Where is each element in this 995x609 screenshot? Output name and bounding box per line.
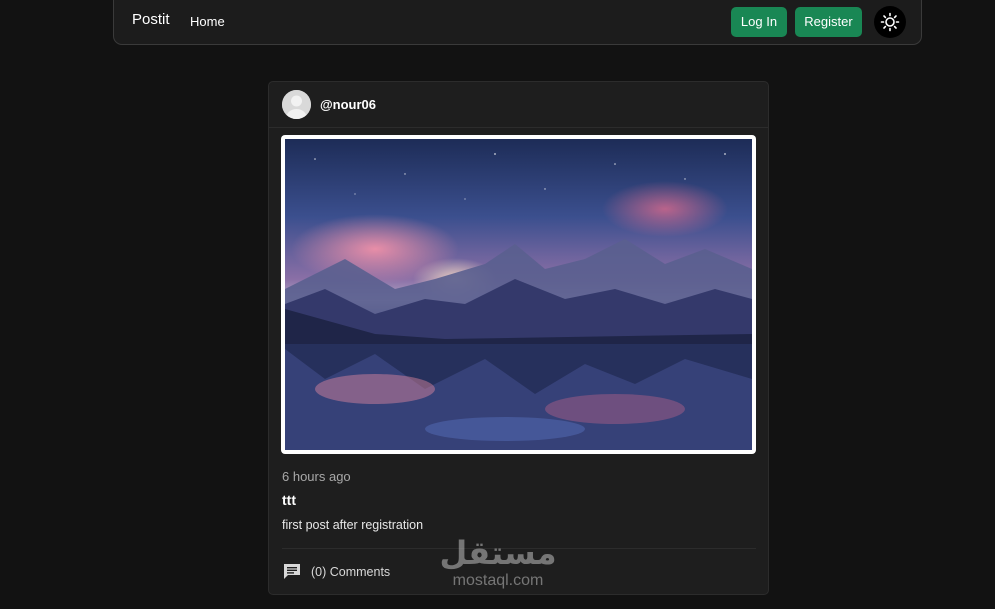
user-avatar[interactable] [282,90,311,119]
nav-link-home[interactable]: Home [190,14,225,29]
post-image[interactable] [285,139,752,450]
post-username[interactable]: @nour06 [320,97,376,112]
comment-icon [284,564,300,579]
post-timestamp: 6 hours ago [282,469,351,484]
register-button[interactable]: Register [795,7,862,37]
post-title[interactable]: ttt [282,492,296,508]
theme-toggle-button[interactable] [874,6,906,38]
comments-link[interactable]: (0) Comments [283,563,390,580]
post-image-frame [281,135,756,454]
avatar-placeholder-icon [282,90,311,119]
landscape-illustration [285,153,752,450]
comments-count-label: (0) Comments [311,564,391,579]
post-body: first post after registration [282,518,424,532]
brand-logo[interactable]: Postit [132,11,170,28]
watermark-arabic: مستقل [439,534,557,572]
sun-icon [880,12,900,32]
post-card-header: @nour06 [269,82,768,128]
login-button[interactable]: Log In [731,7,787,37]
post-card: @nour06 6 hours ago ttt first post after… [268,81,769,595]
site-watermark: مستقل mostaql.com [437,535,559,599]
top-navbar: Postit Home Log In Register [113,0,922,45]
watermark-latin: mostaql.com [452,572,544,589]
